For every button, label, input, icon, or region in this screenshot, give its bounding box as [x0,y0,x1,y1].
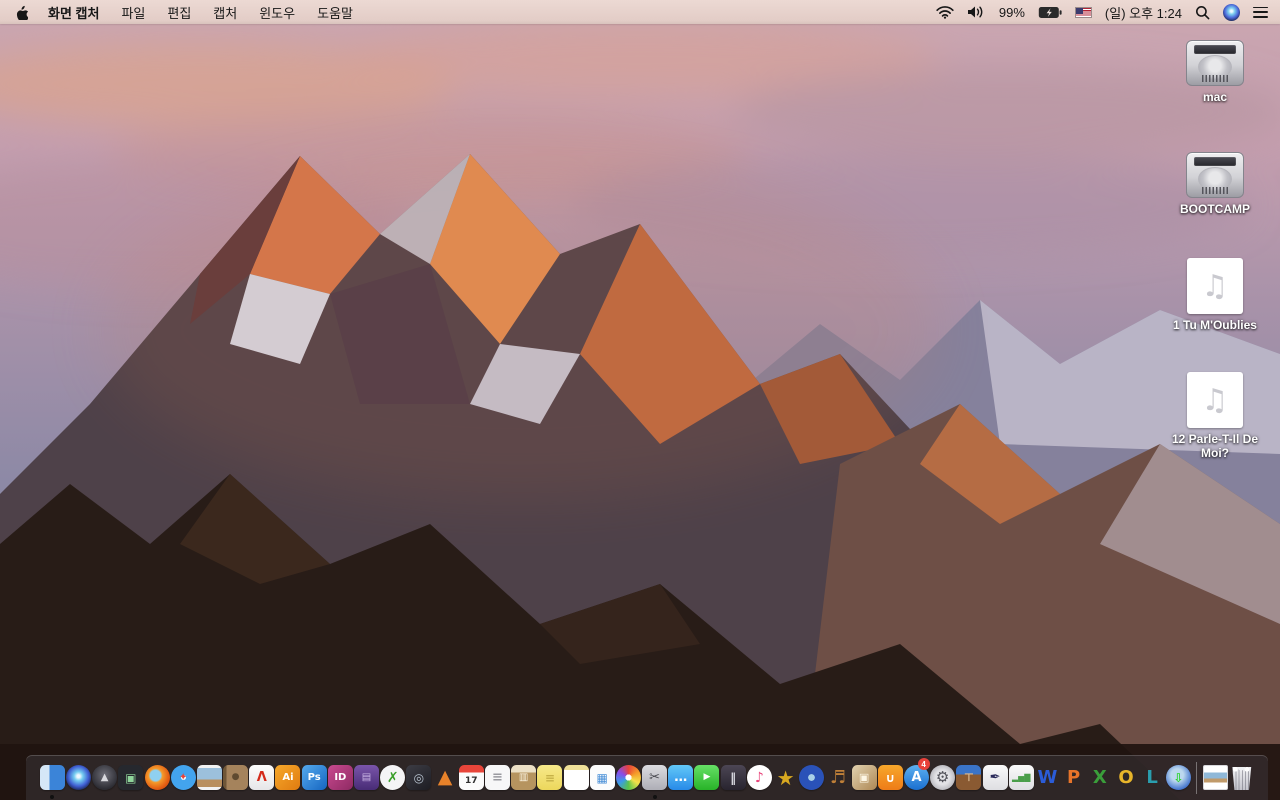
vlc-dock-icon[interactable]: ▲ [432,756,458,800]
illustrator-dock-icon[interactable]: Ai [275,756,301,800]
menu-bar: 화면 캡처 파일 편집 캡처 윈도우 도움말 99% (일) 오후 1:24 [0,0,1280,24]
system-preferences-dock-icon[interactable]: ⚙ [930,756,956,800]
mission-control-dock-icon[interactable]: ▣ [118,756,144,800]
menu-window[interactable]: 윈도우 [259,3,295,22]
input-source-flag-icon[interactable] [1074,6,1092,18]
siri-icon[interactable] [1223,3,1240,21]
menu-file[interactable]: 파일 [121,3,145,22]
facetime-dock-icon[interactable]: ▶ [694,756,720,800]
apple-menu[interactable] [14,4,29,20]
scrapbook-dock-icon[interactable]: ▣ [851,756,877,800]
dock: ▲ ▣ ✦ ● Λ Ai Ps ID ▤ ✗ ◎ ▲ 17 ≡ ▥ ≡ ▦ ✂… ▶ ‖ ♪ ★ ♬ ▣ ∪ A 4 ⚙ ⊤ ✒ ▂▅▇ W P… [26,755,1268,800]
outlook-dock-icon[interactable]: O [1113,756,1139,800]
downloader-dock-icon[interactable]: ⇩ [1165,756,1191,800]
trash-full-dock-icon[interactable] [1229,756,1255,800]
desktop-icon-mac[interactable]: mac [1163,40,1267,104]
grab-screen-capture-dock-icon[interactable]: ✂ [642,756,668,800]
spotlight-search-icon[interactable] [1195,5,1210,20]
notepad-dock-icon[interactable] [563,756,589,800]
powerpoint-dock-icon[interactable]: P [1061,756,1087,800]
desktop-icon-label: 12 Parle-T-Il De Moi? [1171,432,1259,460]
desktop-wallpaper [0,0,1280,800]
preview-dock-icon[interactable] [196,756,222,800]
audio-file-icon: ♫ [1187,258,1243,314]
stickies-dock-icon[interactable]: ≡ [537,756,563,800]
contacts-dock-icon[interactable]: ● [223,756,249,800]
pages-dock-icon[interactable]: ✒ [982,756,1008,800]
launchpad-dock-icon[interactable]: ▲ [92,756,118,800]
itunes-dock-icon[interactable]: ♪ [746,756,772,800]
hard-drive-icon [1186,40,1244,86]
battery-charging-icon[interactable] [1038,6,1062,19]
desktop-icon-audio-1[interactable]: ♫ 1 Tu M'Oublies [1163,258,1267,332]
reminders-dock-icon[interactable]: ≡ [484,756,510,800]
green-x-app-dock-icon[interactable]: ✗ [380,756,406,800]
photos-dock-icon[interactable] [615,756,641,800]
messages-dock-icon[interactable]: … [668,756,694,800]
menu-help[interactable]: 도움말 [317,3,353,22]
running-indicator [652,794,657,799]
safari-dock-icon[interactable]: ✦ [170,756,196,800]
calendar-dock-icon[interactable]: 17 [458,756,484,800]
running-indicator [50,794,55,799]
toast-dock-icon[interactable]: ▤ [353,756,380,800]
active-app-menu[interactable]: 화면 캡처 [48,3,99,22]
finder-dock-icon[interactable] [39,756,65,800]
disc-burner-dock-icon[interactable]: ◎ [406,756,432,800]
desktop-icon-label: mac [1202,90,1228,104]
dock-separator [1196,761,1198,794]
wifi-icon[interactable] [936,5,954,19]
desktop-icon-bootcamp[interactable]: BOOTCAMP [1163,152,1267,216]
clock[interactable]: (일) 오후 1:24 [1105,3,1182,22]
downloaded-image-file-dock-icon[interactable] [1202,756,1229,800]
volume-icon[interactable] [967,5,986,19]
desktop-icon-label: BOOTCAMP [1180,202,1250,216]
lync-dock-icon[interactable]: L [1139,756,1165,800]
music-note-icon: ♫ [1201,268,1229,304]
photo-booth-dock-icon[interactable]: ‖ [720,756,746,800]
menu-capture[interactable]: 캡처 [213,3,237,22]
menu-edit[interactable]: 편집 [167,3,191,22]
word-dock-icon[interactable]: W [1034,756,1060,800]
imovie-dock-icon[interactable]: ★ [772,756,798,800]
garageband-dock-icon[interactable]: ♬ [825,756,851,800]
document-viewer-dock-icon[interactable]: ▦ [589,756,615,800]
ibooks-dock-icon[interactable]: ∪ [877,756,903,800]
siri-dock-icon[interactable] [65,756,91,800]
acrobat-reader-dock-icon[interactable]: Λ [249,756,275,800]
audio-file-icon: ♫ [1187,372,1243,428]
excel-dock-icon[interactable]: X [1087,756,1113,800]
app-store-dock-icon[interactable]: A4 [903,756,930,800]
battery-percent: 99% [998,4,1025,20]
archive-utility-dock-icon[interactable]: ▥ [511,756,537,800]
idvd-dock-icon[interactable] [799,756,825,800]
music-note-icon: ♫ [1201,382,1229,418]
keynote-dock-icon[interactable]: ⊤ [956,756,982,800]
numbers-dock-icon[interactable]: ▂▅▇ [1008,756,1034,800]
photoshop-dock-icon[interactable]: Ps [301,756,327,800]
firefox-dock-icon[interactable] [144,756,170,800]
indesign-dock-icon[interactable]: ID [327,756,353,800]
hard-drive-icon [1186,152,1244,198]
notification-center-icon[interactable] [1253,6,1268,18]
desktop-icon-audio-2[interactable]: ♫ 12 Parle-T-Il De Moi? [1163,372,1267,460]
desktop-icon-label: 1 Tu M'Oublies [1173,318,1257,332]
app-store-badge: 4 [917,757,930,770]
